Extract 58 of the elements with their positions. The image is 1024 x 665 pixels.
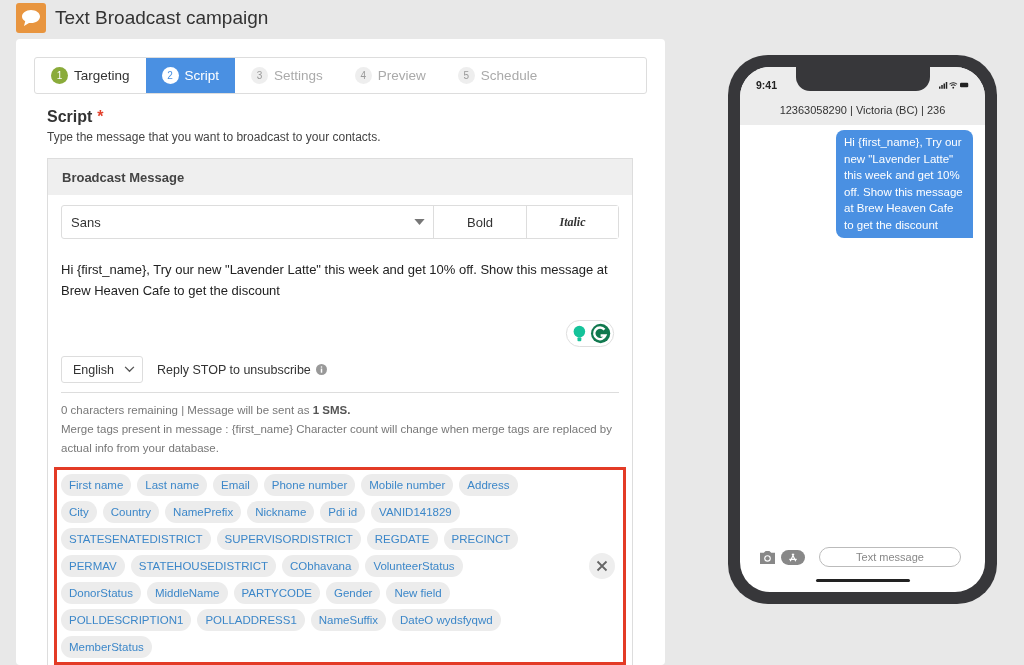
page-title: Text Broadcast campaign — [55, 6, 269, 29]
message-field[interactable]: Hi {first_name}, Try our new "Lavender Latte" this week and get 10% off. Show this message at Brew Heaven Cafe to get the discount — [61, 259, 619, 307]
status-time: 9:41 — [756, 79, 777, 91]
merge-tag[interactable]: DonorStatus — [61, 582, 141, 604]
caret-icon — [414, 219, 425, 225]
section-heading: Script — [47, 108, 93, 126]
merge-tag[interactable]: STATESENATEDISTRICT — [61, 528, 211, 550]
camera-icon[interactable] — [758, 549, 777, 565]
merge-tag[interactable]: NamePrefix — [165, 501, 242, 523]
merge-tag[interactable]: City — [61, 501, 97, 523]
merge-tag[interactable]: DateO wydsfyqwd — [392, 609, 501, 631]
language-select[interactable]: English — [61, 356, 143, 383]
merge-tag[interactable]: New field — [386, 582, 450, 604]
chevron-icon — [124, 366, 135, 373]
merge-tag[interactable]: Email — [213, 474, 258, 496]
merge-tag[interactable]: PARTYCODE — [233, 582, 320, 604]
status-icons — [939, 81, 969, 89]
step-tab[interactable]: 4 Preview — [338, 58, 442, 93]
merge-tag[interactable]: POLLDESCRIPTION1 — [61, 609, 192, 631]
merge-tag[interactable]: Pdi id — [320, 501, 366, 523]
step-tab[interactable]: 5 Schedule — [441, 58, 554, 93]
merge-tag[interactable]: CObhavana — [282, 555, 360, 577]
merge-tag[interactable]: VANID141829 — [371, 501, 460, 523]
section-description: Type the message that you want to broadcast to your contacts. — [47, 130, 382, 144]
merge-tag[interactable]: MemberStatus — [61, 636, 152, 658]
message-bubble: Hi {first_name}, Try our new "Lavender Latte" this week and get 10% off. Show this message at Brew Heaven Cafe to get the discount — [836, 130, 973, 238]
merge-tag[interactable]: Address — [459, 474, 518, 496]
required-mark: * — [97, 108, 104, 126]
merge-tag[interactable]: Last name — [137, 474, 208, 496]
italic-button[interactable]: Italic — [526, 206, 618, 238]
merge-tag[interactable]: SUPERVISORDISTRICT — [216, 528, 361, 550]
merge-tag[interactable]: PERMAV — [61, 555, 125, 577]
merge-tag[interactable]: Nickname — [247, 501, 315, 523]
merge-tag[interactable]: Mobile number — [361, 474, 454, 496]
merge-tag[interactable]: First name — [61, 474, 132, 496]
merge-tag[interactable]: POLLADDRESS1 — [197, 609, 305, 631]
merge-tag[interactable]: REGDATE — [366, 528, 438, 550]
chat-bubble-icon — [16, 2, 46, 33]
merge-tag[interactable]: MiddleName — [146, 582, 228, 604]
merge-tag[interactable]: NameSuffix — [310, 609, 387, 631]
step-tab[interactable]: 3 Settings — [235, 58, 339, 93]
close-icon[interactable] — [589, 553, 615, 579]
writing-assistant-icon[interactable] — [565, 320, 615, 347]
step-tab[interactable]: 2 Script — [145, 58, 236, 93]
merge-tag[interactable]: PRECINCT — [443, 528, 519, 550]
opt-out-text: Reply STOP to unsubscribe — [157, 362, 311, 377]
merge-tag[interactable]: STATEHOUSEDISTRICT — [130, 555, 276, 577]
panel-title: Broadcast Message — [62, 169, 185, 185]
app-store-icon[interactable] — [781, 549, 805, 565]
character-info: 0 characters remaining | Message will be sent as 1 SMS. — [61, 403, 352, 418]
step-tab[interactable]: 1 Targeting — [35, 58, 146, 93]
merge-tag[interactable]: VolunteerStatus — [365, 555, 463, 577]
merge-tag[interactable]: Gender — [326, 582, 381, 604]
merge-tags-info: Merge tags present in message : {first_name} Character count will change when merge tags are replaced by actual info from your database. — [61, 422, 614, 456]
merge-tag[interactable]: Country — [102, 501, 160, 523]
info-icon[interactable] — [315, 364, 327, 375]
contact-info: 12363058290 | Victoria (BC) | 236 — [779, 104, 946, 116]
merge-tag[interactable]: Phone number — [263, 474, 356, 496]
